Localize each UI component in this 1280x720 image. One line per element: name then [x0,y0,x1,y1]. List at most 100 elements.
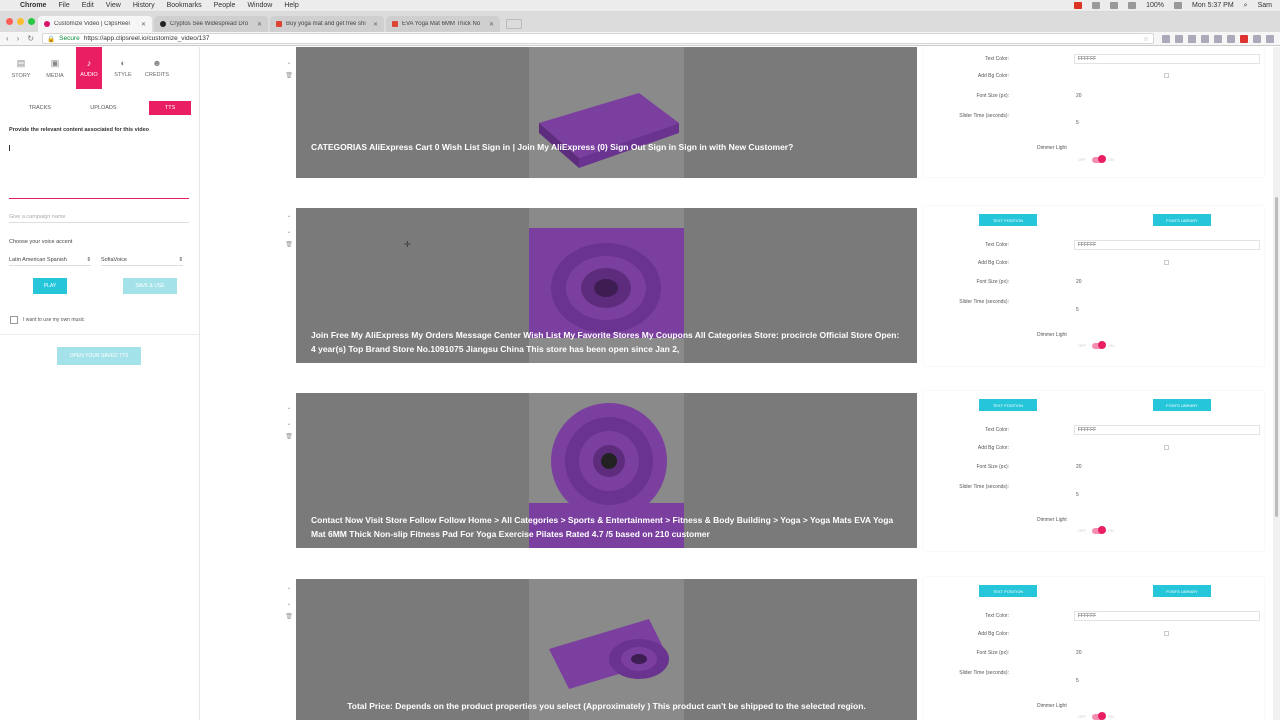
menu-edit[interactable]: Edit [82,2,94,9]
add-bg-color-checkbox[interactable] [1164,73,1169,78]
delete-icon[interactable]: 🗑 [285,433,293,440]
url-text[interactable]: https://app.clipsreel.io/customize_video… [84,35,210,42]
slide-4[interactable]: Total Price: Depends on the product prop… [296,579,917,720]
dimmer-light-toggle[interactable]: OFF ON [1074,341,1114,351]
menu-file[interactable]: File [58,2,69,9]
text-color-input[interactable]: FFFFFF [1074,611,1260,621]
slider-time-input[interactable]: 5 [1076,307,1079,313]
status-icon[interactable] [1110,2,1119,9]
extension-icon[interactable] [1214,34,1222,43]
minimize-window-icon[interactable] [17,18,24,25]
add-bg-color-checkbox[interactable] [1164,260,1169,265]
fonts-library-button[interactable]: FONTS LIBRARY [1153,214,1211,226]
extension-icon[interactable] [1201,34,1209,43]
nav-story[interactable]: ▤ STORY [8,47,34,89]
tab-eva-yoga-mat[interactable]: EVA Yoga Mat 6MM Thick No ✕ [386,16,500,32]
record-icon[interactable] [1074,2,1083,9]
tab-tracks[interactable]: TRACKS [8,101,72,115]
page-scrollbar[interactable] [1273,47,1280,720]
slide-2[interactable]: Join Free My AliExpress My Orders Messag… [296,208,917,363]
tab-buy-yoga-mat[interactable]: Buy yoga mat and get free shi ✕ [270,16,384,32]
slide-1[interactable]: CATEGORIAS AliExpress Cart 0 Wish List S… [296,47,917,178]
wifi-icon[interactable] [1128,2,1137,9]
accent-select[interactable]: Latin American Spanish ⇕ [9,255,91,266]
slider-time-input[interactable]: 5 [1076,120,1079,126]
text-color-input[interactable]: FFFFFF [1074,54,1260,64]
own-music-checkbox[interactable] [10,316,18,324]
open-saved-tts-button[interactable]: OPEN YOUR SAVED TTS [57,347,141,365]
font-size-input[interactable]: 20 [1076,279,1082,285]
close-tab-icon[interactable]: ✕ [373,21,378,28]
move-down-icon[interactable]: ⌄ [286,600,291,607]
dimmer-light-toggle[interactable]: OFF ON [1074,712,1114,720]
menu-help[interactable]: Help [284,2,298,9]
text-position-button[interactable]: TEXT POSITION [979,399,1037,411]
search-icon[interactable]: ⌕ [1244,2,1248,10]
move-up-icon[interactable]: ⌃ [286,407,291,414]
nav-style[interactable]: ◐ STYLE [110,47,136,89]
text-color-input[interactable]: FFFFFF [1074,240,1260,250]
url-field[interactable]: 🔒 Secure https://app.clipsreel.io/custom… [42,33,1154,44]
extension-icon[interactable] [1162,34,1170,43]
tab-customize-video[interactable]: Customize Video | ClipsReel ✕ [38,16,152,32]
menu-bookmarks[interactable]: Bookmarks [167,2,202,9]
dimmer-light-toggle[interactable]: OFF ON [1074,526,1114,536]
text-color-input[interactable]: FFFFFF [1074,425,1260,435]
tts-content-textarea[interactable] [9,139,189,199]
text-position-button[interactable]: TEXT POSITION [979,585,1037,597]
move-down-icon[interactable]: ⌄ [286,420,291,427]
menu-view[interactable]: View [106,2,121,9]
menu-dots-icon[interactable] [1266,34,1274,43]
add-bg-color-checkbox[interactable] [1164,631,1169,636]
clock[interactable]: Mon 5:37 PM [1192,2,1234,9]
slide-3[interactable]: Contact Now Visit Store Follow Follow Ho… [296,393,917,548]
new-tab-button[interactable] [506,19,522,29]
close-tab-icon[interactable]: ✕ [257,21,262,28]
move-up-icon[interactable]: ⌃ [286,215,291,222]
slider-time-input[interactable]: 5 [1076,678,1079,684]
add-bg-color-checkbox[interactable] [1164,445,1169,450]
extension-icon[interactable] [1188,34,1196,43]
battery-icon[interactable] [1174,2,1183,9]
move-down-icon[interactable]: ⌄ [286,228,291,235]
fonts-library-button[interactable]: FONTS LIBRARY [1153,585,1211,597]
text-position-button[interactable]: TEXT POSITION [979,214,1037,226]
scrollbar-thumb[interactable] [1275,197,1278,517]
close-window-icon[interactable] [6,18,13,25]
extension-icon[interactable] [1175,34,1183,43]
status-icon[interactable] [1092,2,1101,9]
dimmer-light-toggle[interactable]: OFF ON [1074,155,1114,165]
zoom-window-icon[interactable] [28,18,35,25]
font-size-input[interactable]: 20 [1076,93,1082,99]
nav-audio[interactable]: ♪ AUDIO [76,47,102,89]
tab-cryptos[interactable]: Cryptos See Widespread Dro ✕ [154,16,268,32]
move-up-icon[interactable]: ⌃ [286,587,291,594]
menu-history[interactable]: History [133,2,155,9]
extension-icon[interactable] [1253,34,1261,43]
play-button[interactable]: PLAY [33,278,67,294]
move-down-icon[interactable]: ⌄ [286,59,291,66]
delete-icon[interactable]: 🗑 [285,72,293,79]
back-icon[interactable]: ‹ [6,34,9,43]
extension-icon[interactable] [1227,34,1235,43]
font-size-input[interactable]: 20 [1076,464,1082,470]
close-tab-icon[interactable]: ✕ [489,21,494,28]
delete-icon[interactable]: 🗑 [285,613,293,620]
menu-people[interactable]: People [214,2,236,9]
forward-icon[interactable]: › [17,34,20,43]
menu-app-name[interactable]: Chrome [20,2,46,9]
voice-select[interactable]: SofiaVoice ⇕ [101,255,183,266]
star-icon[interactable]: ☆ [1143,35,1149,43]
nav-media[interactable]: ▣ MEDIA [42,47,68,89]
campaign-name-input[interactable]: Give a campaign name [9,211,189,223]
font-size-input[interactable]: 20 [1076,650,1082,656]
tab-uploads[interactable]: UPLOADS [72,101,136,115]
save-and-use-button[interactable]: SAVE & USE [123,278,177,294]
reload-icon[interactable]: ↻ [27,34,34,43]
delete-icon[interactable]: 🗑 [285,241,293,248]
tab-tts[interactable]: TTS [149,101,191,115]
menu-window[interactable]: Window [247,2,272,9]
fonts-library-button[interactable]: FONTS LIBRARY [1153,399,1211,411]
slider-time-input[interactable]: 5 [1076,492,1079,498]
extension-icon[interactable] [1240,34,1248,43]
